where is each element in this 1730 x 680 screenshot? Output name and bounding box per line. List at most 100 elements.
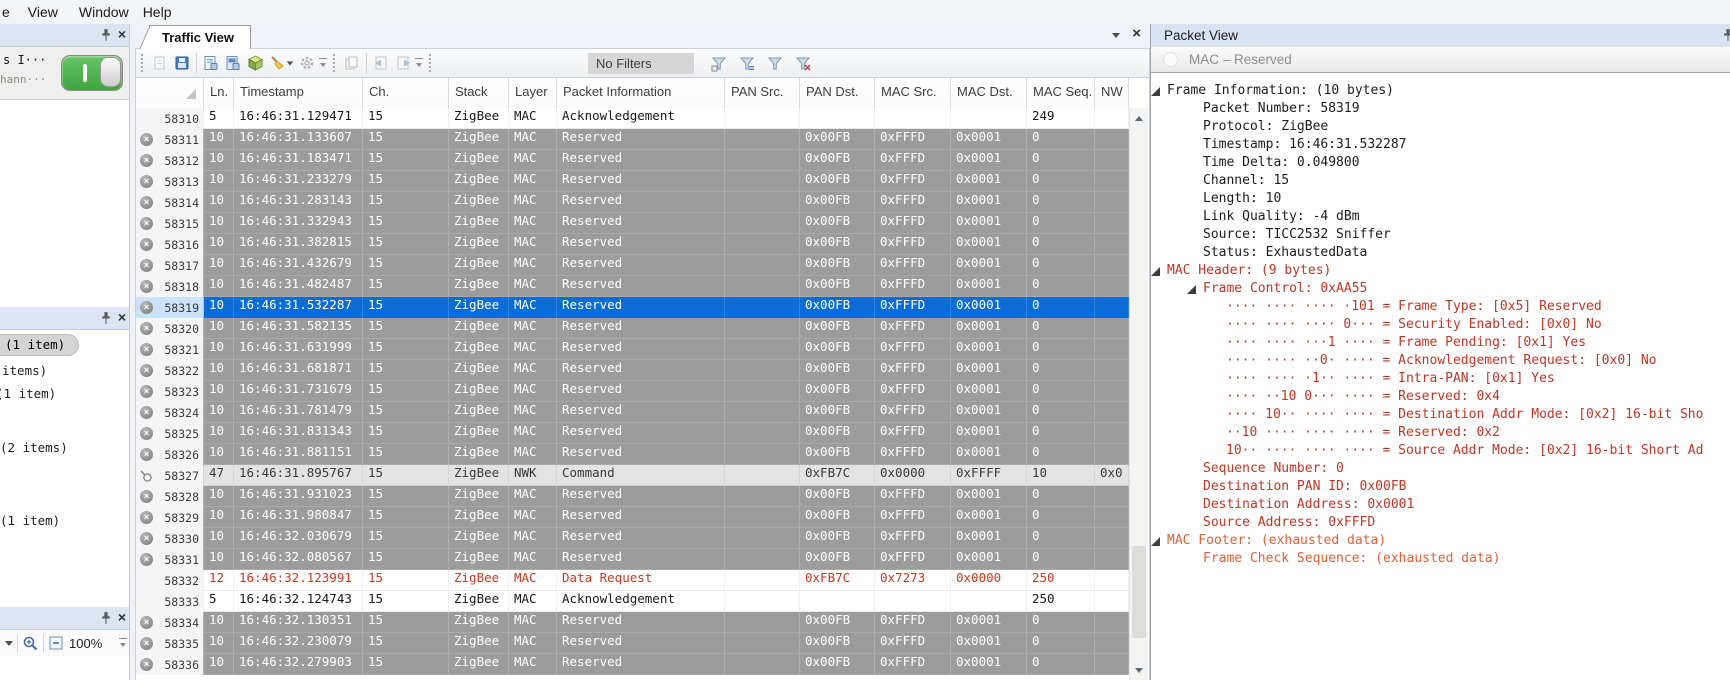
clear-broom-icon[interactable] [268, 54, 294, 72]
packet-tree-line[interactable]: MAC Header: (9 bytes) [1151, 262, 1730, 280]
scroll-down-icon[interactable] [1130, 662, 1148, 678]
traffic-row-58320[interactable]: ×583201016:46:31.58213515ZigBeeMACReserv… [136, 318, 1129, 339]
vertical-scrollbar[interactable] [1129, 108, 1148, 680]
settings-gear-icon[interactable] [298, 54, 316, 72]
broom-dropdown-icon[interactable] [286, 61, 292, 65]
column-header-mac-dst[interactable]: MAC Dst. [951, 78, 1027, 108]
column-header-ch[interactable]: Ch. [363, 78, 449, 108]
packet-tree-line[interactable]: Time Delta: 0.049800 [1151, 154, 1730, 172]
traffic-row-58322[interactable]: ×583221016:46:31.68187115ZigBeeMACReserv… [136, 360, 1129, 381]
packet-tree-line[interactable]: ···· ···· ···· ·101 = Frame Type: [0x5] … [1151, 298, 1730, 316]
filter-new-icon[interactable] [710, 55, 728, 73]
tab-close-icon[interactable]: × [1132, 25, 1141, 42]
save-icon[interactable] [173, 54, 191, 72]
toolbar-overflow-icon[interactable] [414, 56, 424, 70]
filter-clear-icon[interactable] [794, 55, 812, 73]
export-icon[interactable] [151, 54, 169, 72]
traffic-row-58330[interactable]: ×583301016:46:32.03067915ZigBeeMACReserv… [136, 528, 1129, 549]
menu-item-window[interactable]: Window [79, 4, 129, 20]
packet-tree-line[interactable]: Destination PAN ID: 0x00FB [1151, 478, 1730, 496]
packet-tree-line[interactable]: Protocol: ZigBee [1151, 118, 1730, 136]
pin-icon[interactable] [100, 611, 112, 625]
traffic-row-58315[interactable]: ×583151016:46:31.33294315ZigBeeMACReserv… [136, 213, 1129, 234]
toolbar-grip[interactable] [140, 53, 144, 73]
pin-icon[interactable] [100, 28, 112, 42]
toolbar-grip[interactable] [428, 53, 432, 73]
packet-tree-line[interactable]: Length: 10 [1151, 190, 1730, 208]
tree-item[interactable]: (1 item) [0, 513, 60, 528]
packet-tree-line[interactable]: Source: TICC2532 Sniffer [1151, 226, 1730, 244]
column-header-stack[interactable]: Stack [449, 78, 509, 108]
traffic-row-58335[interactable]: ×583351016:46:32.23007915ZigBeeMACReserv… [136, 633, 1129, 654]
tab-traffic-view[interactable]: Traffic View [149, 25, 251, 49]
packet-tree-line[interactable]: Destination Address: 0x0001 [1151, 496, 1730, 514]
traffic-row-58328[interactable]: ×583281016:46:31.93102315ZigBeeMACReserv… [136, 486, 1129, 507]
packet-tree-line[interactable]: MAC Footer: (exhausted data) [1151, 532, 1730, 550]
packet-tree-line[interactable]: Frame Control: 0xAA55 [1151, 280, 1730, 298]
network-cube-icon[interactable] [246, 54, 264, 72]
tree-item[interactable]: (1 item) [0, 334, 79, 356]
column-header-timestamp[interactable]: Timestamp [234, 78, 363, 108]
menu-item-e[interactable]: e [2, 4, 10, 20]
traffic-row-58334[interactable]: ×583341016:46:32.13035115ZigBeeMACReserv… [136, 612, 1129, 633]
tab-menu-icon[interactable] [1112, 33, 1120, 38]
zoom-out-icon[interactable] [48, 635, 64, 651]
traffic-row-58331[interactable]: ×583311016:46:32.08056715ZigBeeMACReserv… [136, 549, 1129, 570]
close-icon[interactable]: × [118, 308, 126, 326]
close-icon[interactable]: × [118, 25, 126, 43]
traffic-row-58327[interactable]: 583274716:46:31.89576715ZigBeeNWKCommand… [136, 465, 1129, 486]
traffic-row-58329[interactable]: ×583291016:46:31.98084715ZigBeeMACReserv… [136, 507, 1129, 528]
filter-box[interactable]: No Filters [588, 53, 694, 74]
packet-tree-line[interactable]: Frame Information: (10 bytes) [1151, 82, 1730, 100]
column-header-nw[interactable]: NW [1095, 78, 1129, 108]
expand-triangle-icon[interactable] [1187, 285, 1196, 294]
traffic-row-58321[interactable]: ×583211016:46:31.63199915ZigBeeMACReserv… [136, 339, 1129, 360]
capture-toggle[interactable] [61, 55, 123, 91]
scrollbar-thumb[interactable] [1132, 546, 1146, 638]
traffic-row-58324[interactable]: ×583241016:46:31.78147915ZigBeeMACReserv… [136, 402, 1129, 423]
traffic-row-58336[interactable]: ×583361016:46:32.27990315ZigBeeMACReserv… [136, 654, 1129, 675]
toolbar-overflow-icon[interactable] [318, 56, 328, 70]
traffic-row-58317[interactable]: ×583171016:46:31.43267915ZigBeeMACReserv… [136, 255, 1129, 276]
filter-edit-icon[interactable] [738, 55, 756, 73]
filter-apply-icon[interactable] [766, 55, 784, 73]
packet-tree-line[interactable]: Sequence Number: 0 [1151, 460, 1730, 478]
packet-tree-line[interactable]: Link Quality: -4 dBm [1151, 208, 1730, 226]
traffic-row-58323[interactable]: ×583231016:46:31.73167915ZigBeeMACReserv… [136, 381, 1129, 402]
tree-item[interactable]: items) [2, 363, 47, 378]
traffic-row-58325[interactable]: ×583251016:46:31.83134315ZigBeeMACReserv… [136, 423, 1129, 444]
copy-pages-icon[interactable] [343, 54, 361, 72]
traffic-row-58311[interactable]: ×583111016:46:31.13360715ZigBeeMACReserv… [136, 129, 1129, 150]
traffic-row-58319[interactable]: ×583191016:46:31.53228715ZigBeeMACReserv… [136, 297, 1129, 318]
expand-triangle-icon[interactable] [1151, 537, 1160, 546]
packet-tree-line[interactable]: ···· ···· ···· 0··· = Security Enabled: … [1151, 316, 1730, 334]
packet-tree-line[interactable]: Source Address: 0xFFFD [1151, 514, 1730, 532]
pin-icon[interactable] [100, 311, 112, 325]
toolbar-overflow-icon[interactable] [118, 636, 128, 650]
packet-tree-line[interactable]: Channel: 15 [1151, 172, 1730, 190]
traffic-row-58316[interactable]: ×583161016:46:31.38281515ZigBeeMACReserv… [136, 234, 1129, 255]
packet-tree-line[interactable]: ···· ···· ··0· ···· = Acknowledgement Re… [1151, 352, 1730, 370]
traffic-row-58326[interactable]: ×583261016:46:31.88115115ZigBeeMACReserv… [136, 444, 1129, 465]
packet-tree-line[interactable]: 10·· ···· ···· ···· = Source Addr Mode: … [1151, 442, 1730, 460]
column-header-ln[interactable]: Ln. [204, 78, 234, 108]
packet-tree-line[interactable]: Status: ExhaustedData [1151, 244, 1730, 262]
column-header-mac-seq[interactable]: MAC Seq. [1027, 78, 1095, 108]
dropdown-arrow-icon[interactable] [5, 641, 13, 646]
nav-forward-icon[interactable] [394, 54, 412, 72]
packet-tree-line[interactable]: Frame Check Sequence: (exhausted data) [1151, 550, 1730, 568]
column-header-gutter[interactable] [136, 78, 204, 108]
zoom-magnifier-icon[interactable] [22, 635, 39, 652]
traffic-row-58318[interactable]: ×583181016:46:31.48248715ZigBeeMACReserv… [136, 276, 1129, 297]
expand-triangle-icon[interactable] [1151, 267, 1160, 276]
packet-tree-line[interactable]: ··10 ···· ···· ···· = Reserved: 0x2 [1151, 424, 1730, 442]
traffic-row-58313[interactable]: ×583131016:46:31.23327915ZigBeeMACReserv… [136, 171, 1129, 192]
menu-item-view[interactable]: View [28, 4, 58, 20]
column-header-pan-src[interactable]: PAN Src. [725, 78, 800, 108]
tree-item[interactable]: (2 items) [0, 440, 68, 455]
traffic-row-58314[interactable]: ×583141016:46:31.28314315ZigBeeMACReserv… [136, 192, 1129, 213]
close-icon[interactable]: × [118, 608, 126, 626]
device-list-icon[interactable] [202, 54, 220, 72]
traffic-row-58332[interactable]: 583321216:46:32.12399115ZigBeeMACData Re… [136, 570, 1129, 591]
expand-triangle-icon[interactable] [1151, 87, 1160, 96]
